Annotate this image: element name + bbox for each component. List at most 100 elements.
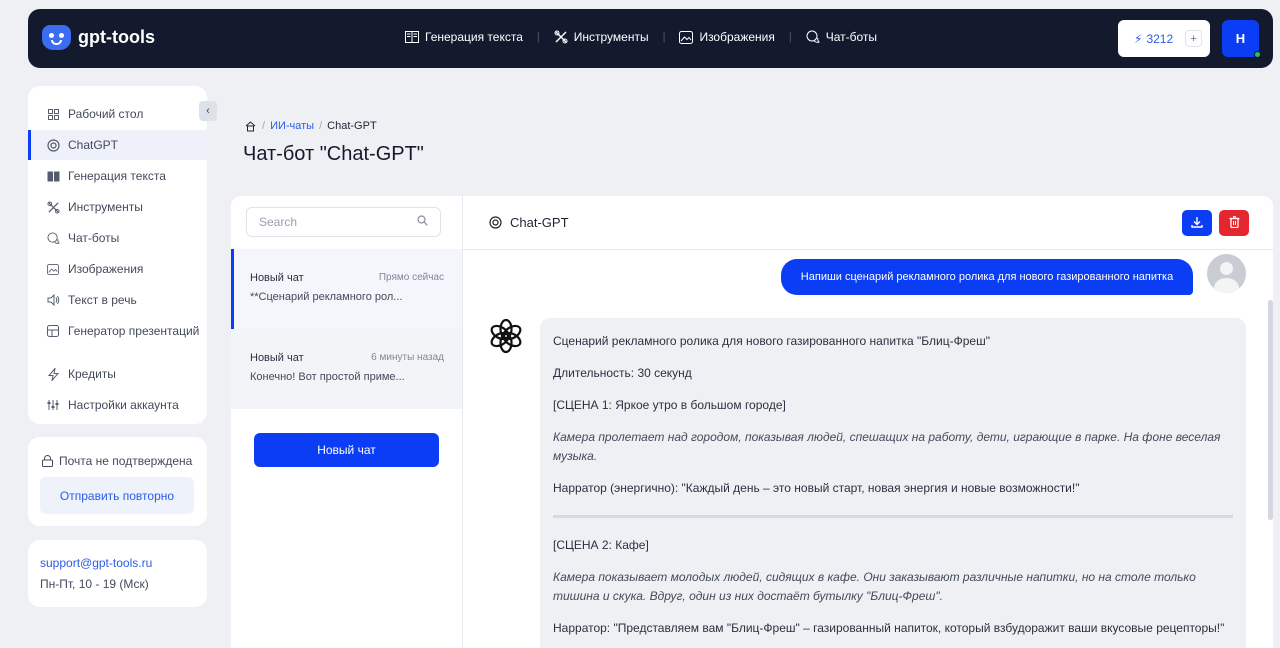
- nav-item-chatbots[interactable]: Чат-боты: [806, 30, 877, 44]
- sidebar-item-label: Изображения: [68, 262, 144, 276]
- user-message-bubble: Напиши сценарий рекламного ролика для но…: [781, 259, 1193, 295]
- search-input[interactable]: [259, 215, 399, 229]
- chat-list-item[interactable]: Новый чат 6 минуты назад Конечно! Вот пр…: [231, 329, 462, 409]
- sidebar-item-dashboard[interactable]: Рабочий стол: [28, 99, 207, 129]
- sidebar-item-chatgpt[interactable]: ChatGPT: [28, 130, 207, 160]
- resend-verification-button[interactable]: Отправить повторно: [40, 477, 194, 514]
- bot-scene-title: [СЦЕНА 1: Яркое утро в большом городе]: [553, 398, 786, 412]
- nav-item-tools[interactable]: Инструменты: [554, 30, 649, 44]
- chat-scrollbar[interactable]: [1268, 300, 1273, 520]
- bot-scene-description: Камера пролетает над городом, показывая …: [553, 430, 1221, 463]
- support-hours: Пн-Пт, 10 - 19 (Мск): [40, 577, 149, 591]
- chat-icon: [46, 231, 60, 245]
- sidebar-item-label: Текст в речь: [68, 293, 137, 307]
- home-icon[interactable]: [243, 119, 257, 133]
- nav-label: Генерация текста: [425, 30, 523, 44]
- sidebar-item-label: Генерация текста: [68, 169, 166, 183]
- nav-separator: |: [788, 31, 792, 43]
- sidebar-item-presentations[interactable]: Генератор презентаций: [28, 316, 207, 346]
- bot-duration: Длительность: 30 секунд: [553, 366, 692, 380]
- support-email-link[interactable]: support@gpt-tools.ru: [40, 556, 195, 570]
- download-chat-button[interactable]: [1182, 210, 1212, 236]
- credits-count: 3212: [1146, 31, 1174, 46]
- chat-time: Прямо сейчас: [378, 272, 444, 283]
- bot-heading: Сценарий рекламного ролика для нового га…: [553, 334, 990, 348]
- breadcrumb-current: Chat-GPT: [327, 120, 377, 132]
- book-icon: [46, 169, 60, 183]
- breadcrumb-separator: /: [262, 120, 266, 132]
- sidebar-item-text-generation[interactable]: Генерация текста: [28, 161, 207, 191]
- top-nav: Генерация текста | Инструменты | Изображ…: [405, 30, 877, 44]
- chat-title: Chat-GPT: [510, 215, 569, 230]
- page-title: Чат-бот "Chat-GPT": [243, 143, 424, 165]
- user-initial: Н: [1235, 31, 1246, 46]
- breadcrumb-separator: /: [319, 120, 323, 132]
- sidebar-item-images[interactable]: Изображения: [28, 254, 207, 284]
- add-credits-button[interactable]: +: [1185, 30, 1203, 47]
- nav-item-text-generation[interactable]: Генерация текста: [405, 30, 523, 44]
- bot-narration: Нарратор (энергично): "Каждый день – это…: [553, 481, 1080, 495]
- sidebar-item-tools[interactable]: Инструменты: [28, 192, 207, 222]
- bot-message-bubble: Сценарий рекламного ролика для нового га…: [540, 318, 1246, 648]
- chat-title: Новый чат: [250, 272, 304, 284]
- bot-scene-description: Камера показывает молодых людей, сидящих…: [553, 570, 1196, 603]
- sidebar-item-account-settings[interactable]: Настройки аккаунта: [28, 390, 207, 420]
- chat-title: Новый чат: [250, 352, 304, 364]
- openai-icon: [488, 216, 502, 230]
- search-icon[interactable]: [417, 215, 428, 229]
- collapse-sidebar-button[interactable]: ‹: [199, 101, 217, 121]
- openai-icon: [488, 318, 524, 354]
- top-header: gpt-tools Генерация текста | Инструменты…: [28, 9, 1273, 68]
- bot-scene-title: [СЦЕНА 2: Кафе]: [553, 538, 649, 552]
- chat-header: Chat-GPT: [463, 196, 1273, 250]
- sidebar-item-credits[interactable]: Кредиты: [28, 359, 207, 389]
- sidebar: Рабочий стол ChatGPT Генерация текста Ин…: [28, 86, 207, 424]
- chat-snippet: Конечно! Вот простой приме...: [250, 371, 405, 383]
- breadcrumb: / ИИ-чаты / Chat-GPT: [243, 119, 377, 133]
- nav-separator: |: [536, 31, 540, 43]
- breadcrumb-section[interactable]: ИИ-чаты: [270, 120, 314, 132]
- delete-chat-button[interactable]: [1219, 210, 1249, 236]
- nav-label: Изображения: [699, 30, 775, 44]
- presentation-icon: [46, 324, 60, 338]
- download-icon: [1191, 216, 1203, 231]
- book-icon: [405, 30, 419, 44]
- logo-icon: [42, 25, 71, 50]
- user-avatar-button[interactable]: Н: [1222, 20, 1261, 58]
- lock-icon: [40, 454, 54, 468]
- chat-snippet: **Сценарий рекламного рол...: [250, 291, 403, 303]
- email-verification-card: Почта не подтверждена Отправить повторно: [28, 437, 207, 526]
- chat-list-panel: Новый чат Прямо сейчас **Сценарий реклам…: [231, 196, 463, 648]
- trash-icon: [1229, 215, 1240, 231]
- sidebar-item-label: ChatGPT: [68, 138, 119, 152]
- chat-list-item[interactable]: Новый чат Прямо сейчас **Сценарий реклам…: [231, 249, 462, 329]
- logo[interactable]: gpt-tools: [42, 25, 155, 50]
- image-icon: [679, 30, 694, 44]
- nav-label: Инструменты: [573, 30, 649, 44]
- nav-item-images[interactable]: Изображения: [679, 30, 775, 44]
- credits-badge[interactable]: ⚡ 3212 +: [1118, 20, 1210, 57]
- speaker-icon: [46, 293, 60, 307]
- sidebar-item-label: Генератор презентаций: [68, 324, 200, 338]
- tools-icon: [554, 30, 568, 44]
- user-avatar: [1207, 254, 1246, 293]
- chat-time: 6 минуты назад: [371, 352, 444, 363]
- sidebar-item-text-to-speech[interactable]: Текст в речь: [28, 285, 207, 315]
- logo-text: gpt-tools: [78, 27, 155, 47]
- sidebar-item-label: Кредиты: [68, 367, 116, 381]
- divider: [553, 515, 1233, 518]
- chat-window: Chat-GPT Напиши сценарий рекламного роли…: [463, 196, 1273, 648]
- new-chat-button[interactable]: Новый чат: [254, 433, 439, 467]
- nav-separator: |: [662, 31, 666, 43]
- sidebar-item-label: Чат-боты: [68, 231, 120, 245]
- sidebar-item-chatbots[interactable]: Чат-боты: [28, 223, 207, 253]
- chat-icon: [806, 30, 820, 44]
- lightning-icon: [46, 367, 60, 381]
- lightning-icon: ⚡: [1134, 31, 1143, 46]
- nav-label: Чат-боты: [825, 30, 878, 44]
- online-status-dot: [1254, 51, 1261, 58]
- support-card: support@gpt-tools.ru Пн-Пт, 10 - 19 (Мск…: [28, 540, 207, 607]
- email-status-text: Почта не подтверждена: [59, 454, 193, 468]
- search-box: [246, 207, 441, 237]
- chevron-left-icon: ‹: [206, 105, 210, 117]
